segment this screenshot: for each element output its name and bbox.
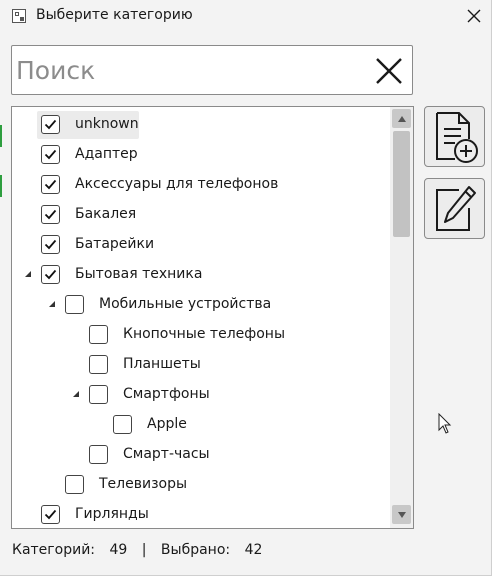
arrow-up-icon bbox=[397, 115, 406, 122]
close-icon bbox=[467, 9, 481, 23]
category-dialog: Выберите категорию unknown Адаптер Аксессу… bbox=[0, 0, 492, 576]
tree-item-checkbox[interactable] bbox=[65, 295, 84, 314]
tree-item-label: Планшеты bbox=[123, 356, 201, 372]
tree-item-checkbox[interactable] bbox=[89, 445, 108, 464]
tree-item[interactable]: Кнопочные телефоны bbox=[12, 320, 390, 350]
selected-label: Выбрано: bbox=[160, 542, 231, 558]
status-separator: | bbox=[141, 542, 147, 558]
tree-item-checkbox[interactable] bbox=[41, 205, 60, 224]
edge-marker bbox=[0, 175, 2, 197]
tree-item-checkbox[interactable] bbox=[65, 475, 84, 494]
tree-item-checkbox[interactable] bbox=[41, 505, 60, 524]
tree-item-label: Батарейки bbox=[75, 236, 155, 252]
tree-item[interactable]: Смарт-часы bbox=[12, 440, 390, 470]
tree-item[interactable]: Гирлянды bbox=[12, 500, 390, 528]
tree-item[interactable]: Планшеты bbox=[12, 350, 390, 380]
clear-icon bbox=[376, 58, 402, 84]
categories-label: Категорий: bbox=[12, 542, 96, 558]
tree-item[interactable]: Мобильные устройства bbox=[12, 290, 390, 320]
checkmark-icon bbox=[44, 119, 57, 130]
tree-item-label: Кнопочные телефоны bbox=[123, 326, 285, 342]
tree-item-checkbox[interactable] bbox=[41, 175, 60, 194]
tree-item[interactable]: Бакалея bbox=[12, 200, 390, 230]
tree-item-checkbox[interactable] bbox=[113, 415, 132, 434]
window-title: Выберите категорию bbox=[36, 7, 193, 23]
checkmark-icon bbox=[44, 269, 57, 280]
tree-item[interactable]: Аксессуары для телефонов bbox=[12, 170, 390, 200]
tree-item-label: Смарт-часы bbox=[123, 446, 210, 462]
scroll-thumb[interactable] bbox=[393, 131, 410, 237]
checkmark-icon bbox=[44, 149, 57, 160]
scroll-down-button[interactable] bbox=[392, 505, 411, 524]
edit-document-icon bbox=[435, 185, 476, 231]
arrow-down-icon bbox=[397, 511, 406, 518]
tree-item-checkbox[interactable] bbox=[89, 355, 108, 374]
tree-item-label: Бакалея bbox=[75, 206, 137, 222]
clear-search-button[interactable] bbox=[372, 54, 406, 88]
category-tree: unknown Адаптер Аксессуары для телефонов Ба… bbox=[11, 106, 414, 529]
app-icon bbox=[12, 9, 26, 23]
tree-item-checkbox[interactable] bbox=[41, 145, 60, 164]
tree-item[interactable]: Apple bbox=[12, 410, 390, 440]
checkmark-icon bbox=[44, 509, 57, 520]
tree-item-label: Телевизоры bbox=[99, 476, 188, 492]
expand-toggle-icon[interactable] bbox=[71, 389, 81, 399]
status-bar: Категорий: 49 | Выбрано: 42 bbox=[12, 542, 272, 558]
tree-item-checkbox[interactable] bbox=[41, 115, 60, 134]
tree-item-label: Смартфоны bbox=[123, 386, 210, 402]
search-input[interactable] bbox=[16, 50, 366, 90]
tree-item-label: Аксессуары для телефонов bbox=[75, 176, 279, 192]
tree-item[interactable]: unknown bbox=[12, 110, 390, 140]
close-button[interactable] bbox=[462, 4, 486, 28]
scroll-up-button[interactable] bbox=[392, 109, 411, 128]
tree-item-checkbox[interactable] bbox=[89, 385, 108, 404]
tree-item-checkbox[interactable] bbox=[41, 265, 60, 284]
tree-item-label: Apple bbox=[147, 416, 187, 432]
edge-marker bbox=[0, 125, 2, 147]
search-box bbox=[11, 45, 413, 95]
tree-item-checkbox[interactable] bbox=[41, 235, 60, 254]
tree-item[interactable]: Батарейки bbox=[12, 230, 390, 260]
expand-toggle-icon[interactable] bbox=[47, 299, 57, 309]
tree-scrollbar[interactable] bbox=[390, 107, 413, 528]
selected-count: 42 bbox=[244, 542, 263, 558]
tree-item-checkbox[interactable] bbox=[89, 325, 108, 344]
tree-item[interactable]: Телевизоры bbox=[12, 470, 390, 500]
tree-item-label: Гирлянды bbox=[75, 506, 149, 522]
tree-item[interactable]: Смартфоны bbox=[12, 380, 390, 410]
mouse-cursor-icon bbox=[438, 413, 452, 434]
tree-item-label: unknown bbox=[75, 116, 139, 132]
tree-item-label: Мобильные устройства bbox=[99, 296, 272, 312]
edit-category-button[interactable] bbox=[424, 178, 485, 239]
tree-item[interactable]: Бытовая техника bbox=[12, 260, 390, 290]
expand-toggle-icon[interactable] bbox=[23, 269, 33, 279]
title-bar: Выберите категорию bbox=[0, 0, 491, 34]
add-document-icon bbox=[435, 111, 478, 163]
checkmark-icon bbox=[44, 239, 57, 250]
add-category-button[interactable] bbox=[424, 106, 485, 167]
categories-count: 49 bbox=[109, 542, 128, 558]
checkmark-icon bbox=[44, 209, 57, 220]
tree-item-label: Бытовая техника bbox=[75, 266, 203, 282]
checkmark-icon bbox=[44, 179, 57, 190]
tree-item[interactable]: Адаптер bbox=[12, 140, 390, 170]
tree-item-label: Адаптер bbox=[75, 146, 138, 162]
